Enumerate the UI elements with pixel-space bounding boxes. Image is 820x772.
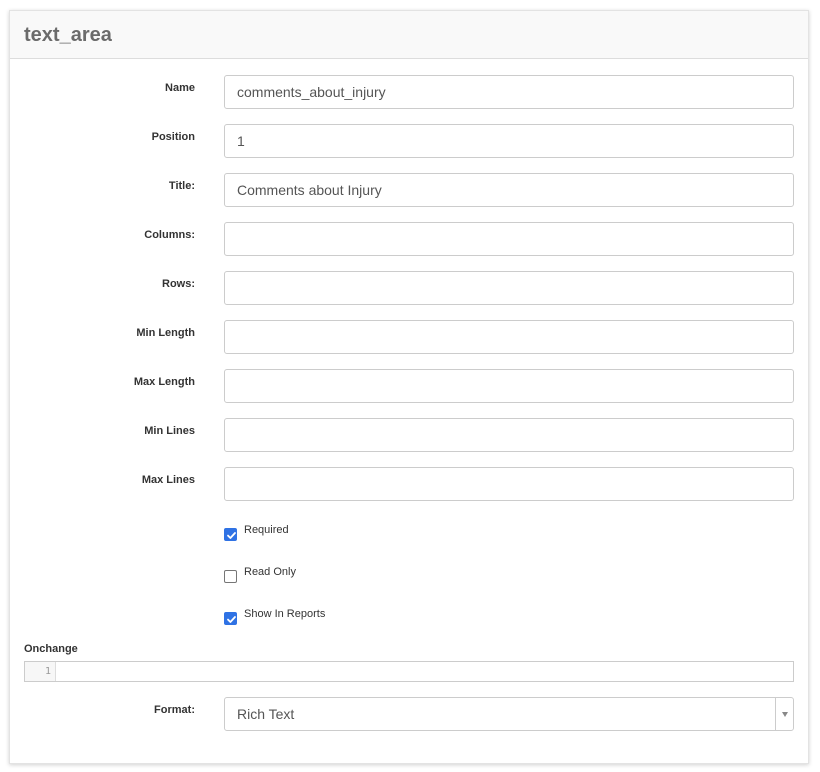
rows-label: Rows: bbox=[162, 278, 195, 290]
read-only-label: Read Only bbox=[244, 566, 296, 578]
name-input[interactable] bbox=[224, 75, 794, 109]
format-select[interactable]: Rich Text bbox=[224, 697, 794, 731]
format-dropdown-toggle[interactable] bbox=[775, 698, 793, 730]
max-lines-row: Max Lines bbox=[10, 467, 810, 501]
onchange-label: Onchange bbox=[24, 643, 78, 655]
columns-label: Columns: bbox=[144, 229, 195, 241]
position-label: Position bbox=[151, 131, 195, 143]
min-lines-input[interactable] bbox=[224, 418, 794, 452]
panel-title: text_area bbox=[24, 24, 112, 46]
max-lines-input[interactable] bbox=[224, 467, 794, 501]
required-label: Required bbox=[244, 524, 289, 536]
columns-row: Columns: bbox=[10, 222, 810, 256]
panel-header: text_area bbox=[10, 11, 808, 59]
required-checkbox[interactable] bbox=[224, 528, 237, 541]
onchange-code-editor[interactable]: 1 bbox=[24, 661, 794, 682]
check-icon bbox=[227, 532, 236, 539]
min-lines-row: Min Lines bbox=[10, 418, 810, 452]
title-row: Title: bbox=[10, 173, 810, 207]
format-label: Format: bbox=[154, 704, 195, 716]
min-length-row: Min Length bbox=[10, 320, 810, 354]
max-length-label: Max Length bbox=[133, 376, 195, 388]
format-selected-value: Rich Text bbox=[237, 706, 295, 722]
name-label: Name bbox=[165, 82, 195, 94]
show-in-reports-checkbox[interactable] bbox=[224, 612, 237, 625]
max-lines-label: Max Lines bbox=[141, 474, 195, 486]
chevron-down-icon bbox=[782, 712, 788, 717]
line-number-gutter: 1 bbox=[25, 662, 56, 681]
max-length-row: Max Length bbox=[10, 369, 810, 403]
check-icon bbox=[227, 616, 236, 623]
columns-input[interactable] bbox=[224, 222, 794, 256]
min-lines-label: Min Lines bbox=[144, 425, 195, 437]
text-area-settings-panel: text_area Name Position Title: Columns: … bbox=[9, 10, 809, 764]
name-row: Name bbox=[10, 75, 810, 109]
title-input[interactable] bbox=[224, 173, 794, 207]
rows-input[interactable] bbox=[224, 271, 794, 305]
min-length-input[interactable] bbox=[224, 320, 794, 354]
max-length-input[interactable] bbox=[224, 369, 794, 403]
format-row: Format: Rich Text bbox=[10, 697, 810, 731]
position-input[interactable] bbox=[224, 124, 794, 158]
rows-row: Rows: bbox=[10, 271, 810, 305]
show-in-reports-label: Show In Reports bbox=[244, 608, 326, 620]
min-length-label: Min Length bbox=[136, 327, 195, 339]
title-label: Title: bbox=[168, 180, 195, 192]
position-row: Position bbox=[10, 124, 810, 158]
read-only-checkbox[interactable] bbox=[224, 570, 237, 583]
